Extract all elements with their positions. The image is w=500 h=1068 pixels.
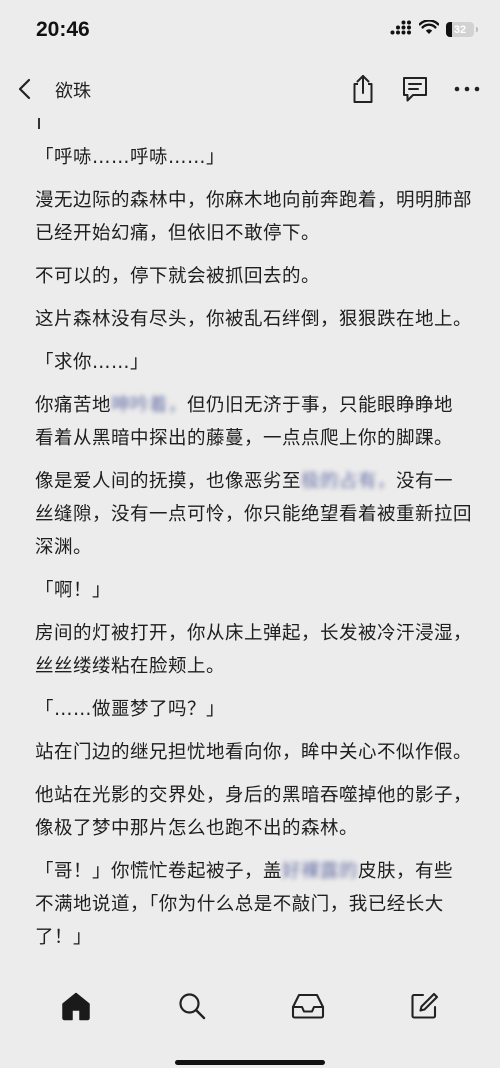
tab-inbox[interactable] [288, 986, 328, 1026]
blurred-text: 极的占有， [301, 471, 397, 492]
chapter-content: 「呼哧……呼哧……」 漫无边际的森林中，你麻木地向前奔跑着，明明肺部已经开始幻痛… [35, 110, 472, 976]
signal-icon [390, 20, 412, 39]
tab-search[interactable] [172, 986, 212, 1026]
paragraph: 「啊！」 [35, 580, 112, 601]
paragraph: 漫无边际的森林中，你麻木地向前奔跑着，明明肺部已经开始幻痛，但依旧不敢停下。 [35, 190, 472, 244]
search-icon [179, 993, 206, 1020]
paragraph: 房间的灯被打开，你从床上弹起，长发被冷汗浸湿，丝丝缕缕粘在脸颊上。 [35, 623, 472, 677]
battery-icon: 32 [446, 22, 478, 37]
battery-level: 32 [453, 23, 467, 36]
inbox-icon [291, 993, 325, 1019]
tab-write[interactable] [404, 986, 444, 1026]
share-button[interactable] [348, 72, 378, 106]
paragraph: 「求你……」 [35, 352, 150, 373]
paragraph: 「呼哧……呼哧……」 [35, 147, 226, 168]
nav-actions [348, 72, 482, 106]
home-indicator [175, 1060, 325, 1065]
paragraph: 这片森林没有尽头，你被乱石绊倒，狠狠跌在地上。 [35, 309, 472, 330]
status-bar: 20:46 32 [0, 0, 500, 56]
comment-button[interactable] [400, 72, 430, 106]
paragraph: 不可以的，停下就会被抓回去的。 [35, 266, 321, 287]
status-time: 20:46 [36, 18, 90, 41]
share-icon [353, 75, 373, 103]
more-icon [454, 86, 480, 92]
back-chevron-icon [18, 78, 31, 100]
blurred-text: 好裸露的 [282, 861, 359, 882]
more-button[interactable] [452, 72, 482, 106]
paragraph: 他站在光影的交界处，身后的黑暗吞噬掉他的影子，像极了梦中那片怎么也跑不出的森林。 [35, 785, 472, 839]
cropped-text-fragment [38, 118, 40, 129]
comment-icon [403, 77, 427, 102]
home-icon [62, 992, 90, 1021]
edit-icon [411, 992, 439, 1019]
wifi-icon [418, 19, 440, 39]
paragraph: 你痛苦地呻吟着，但仍旧无济于事，只能眼睁睁地看着从黑暗中探出的藤蔓，一点点爬上你… [35, 395, 454, 449]
tab-home[interactable] [56, 986, 96, 1026]
paragraph: 「……做噩梦了吗？」 [35, 699, 226, 720]
back-button[interactable] [14, 76, 38, 102]
nav-header: 欲珠 [0, 64, 500, 114]
blurred-text: 呻吟着， [111, 395, 188, 416]
paragraph: 站在门边的继兄担忧地看向你，眸中关心不似作假。 [35, 742, 472, 763]
paragraph: 「哥！」你慌忙卷起被子，盖好裸露的皮肤，有些不满地说道，「你为什么总是不敲门，我… [35, 861, 454, 948]
page-title: 欲珠 [55, 81, 91, 102]
paragraph: 像是爱人间的抚摸，也像恶劣至极的占有，没有一丝缝隙，没有一点可怜，你只能绝望看着… [35, 471, 472, 558]
status-icons: 32 [390, 19, 478, 39]
bottom-tab-bar [0, 976, 500, 1036]
